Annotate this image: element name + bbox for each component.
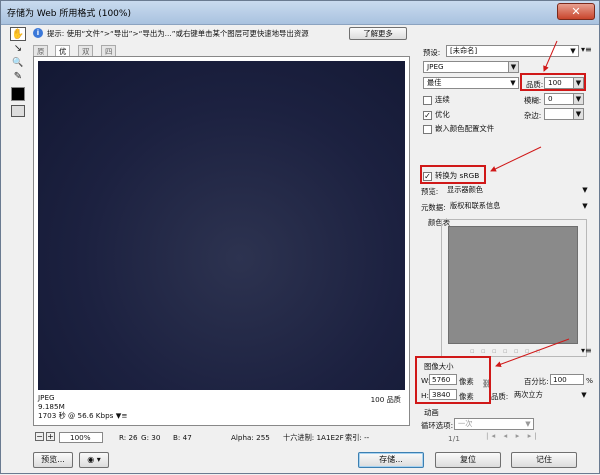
srgb-highlight [420,165,486,184]
info-download-time: 1703 秒 @ 56.6 Kbps [38,411,114,420]
hint-text: 使用“文件”>“导出”>“导出为...”或右键单击某个图层可更快速地导出资源 [66,29,309,38]
quality-highlight [520,73,586,91]
blur-value: 0 [548,94,553,103]
alpha-readout: Alpha: 255 [231,433,270,442]
check-icon: ✓ [423,110,432,120]
info-menu-icon[interactable]: ▼≡ [116,411,128,420]
chevron-down-icon: ▼ [582,186,588,194]
animation-controls[interactable]: |◂ ◂ ▸ ▸| [486,431,540,440]
color-table-menu-icon[interactable]: ▾≡ [581,346,592,355]
format-value: JPEG [427,62,444,71]
checkbox-box [423,124,432,134]
animation-label: 动画 [424,408,439,417]
index-readout: 索引: -- [345,433,370,442]
metadata-value: 版权和联系信息 [450,201,501,210]
info-format: JPEG [38,393,55,402]
matte-select[interactable]: ▼ [544,108,584,120]
blur-label: 模糊: [524,96,542,105]
progressive-label: 连续 [435,95,450,104]
frame-counter: 1/1 [448,434,460,443]
title-bar: 存储为 Web 所用格式 (100%) ✕ [1,1,599,25]
format-select[interactable]: JPEG ▼ [423,61,519,73]
metadata-select[interactable]: 版权和联系信息 ▼ [446,200,591,212]
chevron-down-icon: ▼ [510,79,516,87]
chevron-down-icon: ▼ [573,109,583,119]
percent-unit: % [586,376,594,385]
checkbox-box [423,95,432,105]
quality-preset-value: 最佳 [427,78,442,87]
color-table-icons[interactable]: ▫ ▫ ▫ ▫ ▫ ▫ ▫ [470,347,543,355]
optimized-info: JPEG 9.185M 1703 秒 @ 56.6 Kbps ▼≡ [38,393,127,420]
optimized-checkbox[interactable]: ✓ 优化 [423,109,450,120]
slice-select-tool-icon[interactable]: ↘ [10,42,26,56]
save-for-web-dialog: 存储为 Web 所用格式 (100%) ✕ ✋ ↘ 🔍 ✎ i 提示: 使用“文… [0,0,600,474]
loop-options-select[interactable]: 一次 ▼ [454,418,534,430]
chevron-down-icon: ▼ [570,47,576,55]
hint-bar: i 提示: 使用“文件”>“导出”>“导出为...”或右键单击某个图层可更快速地… [31,27,591,41]
preview-area: JPEG 9.185M 1703 秒 @ 56.6 Kbps ▼≡ 100 品质 [33,56,410,426]
zoom-in-icon[interactable]: + [46,432,55,441]
red-readout: R: 26 [119,433,138,442]
zoom-tool-icon[interactable]: 🔍 [10,56,26,70]
eyedropper-color-swatch[interactable] [11,87,25,101]
color-table[interactable] [448,226,578,344]
resample-select[interactable]: 两次立方 ▼ [510,389,590,401]
learn-more-button[interactable]: 了解更多 [349,27,407,40]
chevron-down-icon: ▼ [508,62,518,72]
resample-label: 品质: [491,392,509,401]
hex-readout: 十六进制: 1A1E2F [283,433,344,442]
hand-tool-icon[interactable]: ✋ [10,27,26,41]
preset-select[interactable]: [未命名] ▼ [446,45,579,57]
chevron-down-icon: ▼ [573,94,583,104]
matte-label: 杂边: [524,111,542,120]
preset-value: [未命名] [450,46,478,55]
status-bar: − + 100% R: 26 G: 30 B: 47 Alpha: 255 十六… [33,432,413,444]
percent-field[interactable]: 100 [550,374,584,385]
window-title: 存储为 Web 所用格式 (100%) [7,9,131,19]
preview-label: 预览: [421,187,439,196]
hint-prefix: 提示: [47,29,65,38]
chevron-down-icon: ▼ [582,202,588,210]
resample-value: 两次立方 [514,390,543,399]
zoom-level-value: 100% [70,433,91,442]
save-button[interactable]: 存储... [358,452,424,468]
preview-button[interactable]: 预览... [33,452,73,468]
optimized-label: 优化 [435,110,450,119]
quality-preset-select[interactable]: 最佳 ▼ [423,77,519,89]
embed-profile-label: 嵌入颜色配置文件 [435,124,495,133]
settings-menu-icon[interactable]: ▾≡ [581,45,592,54]
info-icon: i [33,28,43,38]
info-quality: 100 品质 [370,395,401,404]
preset-label: 预设: [423,48,441,57]
blur-field[interactable]: 0 ▼ [544,93,584,105]
loop-options-label: 循环选项: [421,421,454,430]
close-button[interactable]: ✕ [557,3,595,20]
eyedropper-tool-icon[interactable]: ✎ [10,70,26,84]
loop-options-value: 一次 [458,419,473,428]
zoom-level-select[interactable]: 100% [59,432,103,443]
chevron-down-icon: ▼ [581,391,587,399]
image-preview[interactable] [38,61,405,390]
browser-icon: ◉ [87,455,95,464]
preview-value: 显示器颜色 [447,185,483,194]
embed-profile-checkbox[interactable]: 嵌入颜色配置文件 [423,123,494,134]
info-size: 9.185M [38,402,65,411]
progressive-checkbox[interactable]: 连续 [423,94,450,105]
metadata-label: 元数据: [421,203,446,212]
settings-panel: 预设: [未命名] ▼ ▾≡ JPEG ▼ 最佳 ▼ 品质: 100 ▼ 连续 模糊: … [418,41,598,471]
zoom-out-icon[interactable]: − [35,432,44,441]
toggle-slices-visibility-icon[interactable] [11,105,25,117]
green-readout: G: 30 [141,433,161,442]
chevron-down-icon: ▼ [525,420,531,428]
percent-label: 百分比: [524,377,549,386]
browser-select-button[interactable]: ◉ ▾ [79,452,109,468]
blue-readout: B: 47 [173,433,192,442]
image-size-highlight [415,356,491,404]
preview-select[interactable]: 显示器颜色 ▼ [443,184,591,196]
